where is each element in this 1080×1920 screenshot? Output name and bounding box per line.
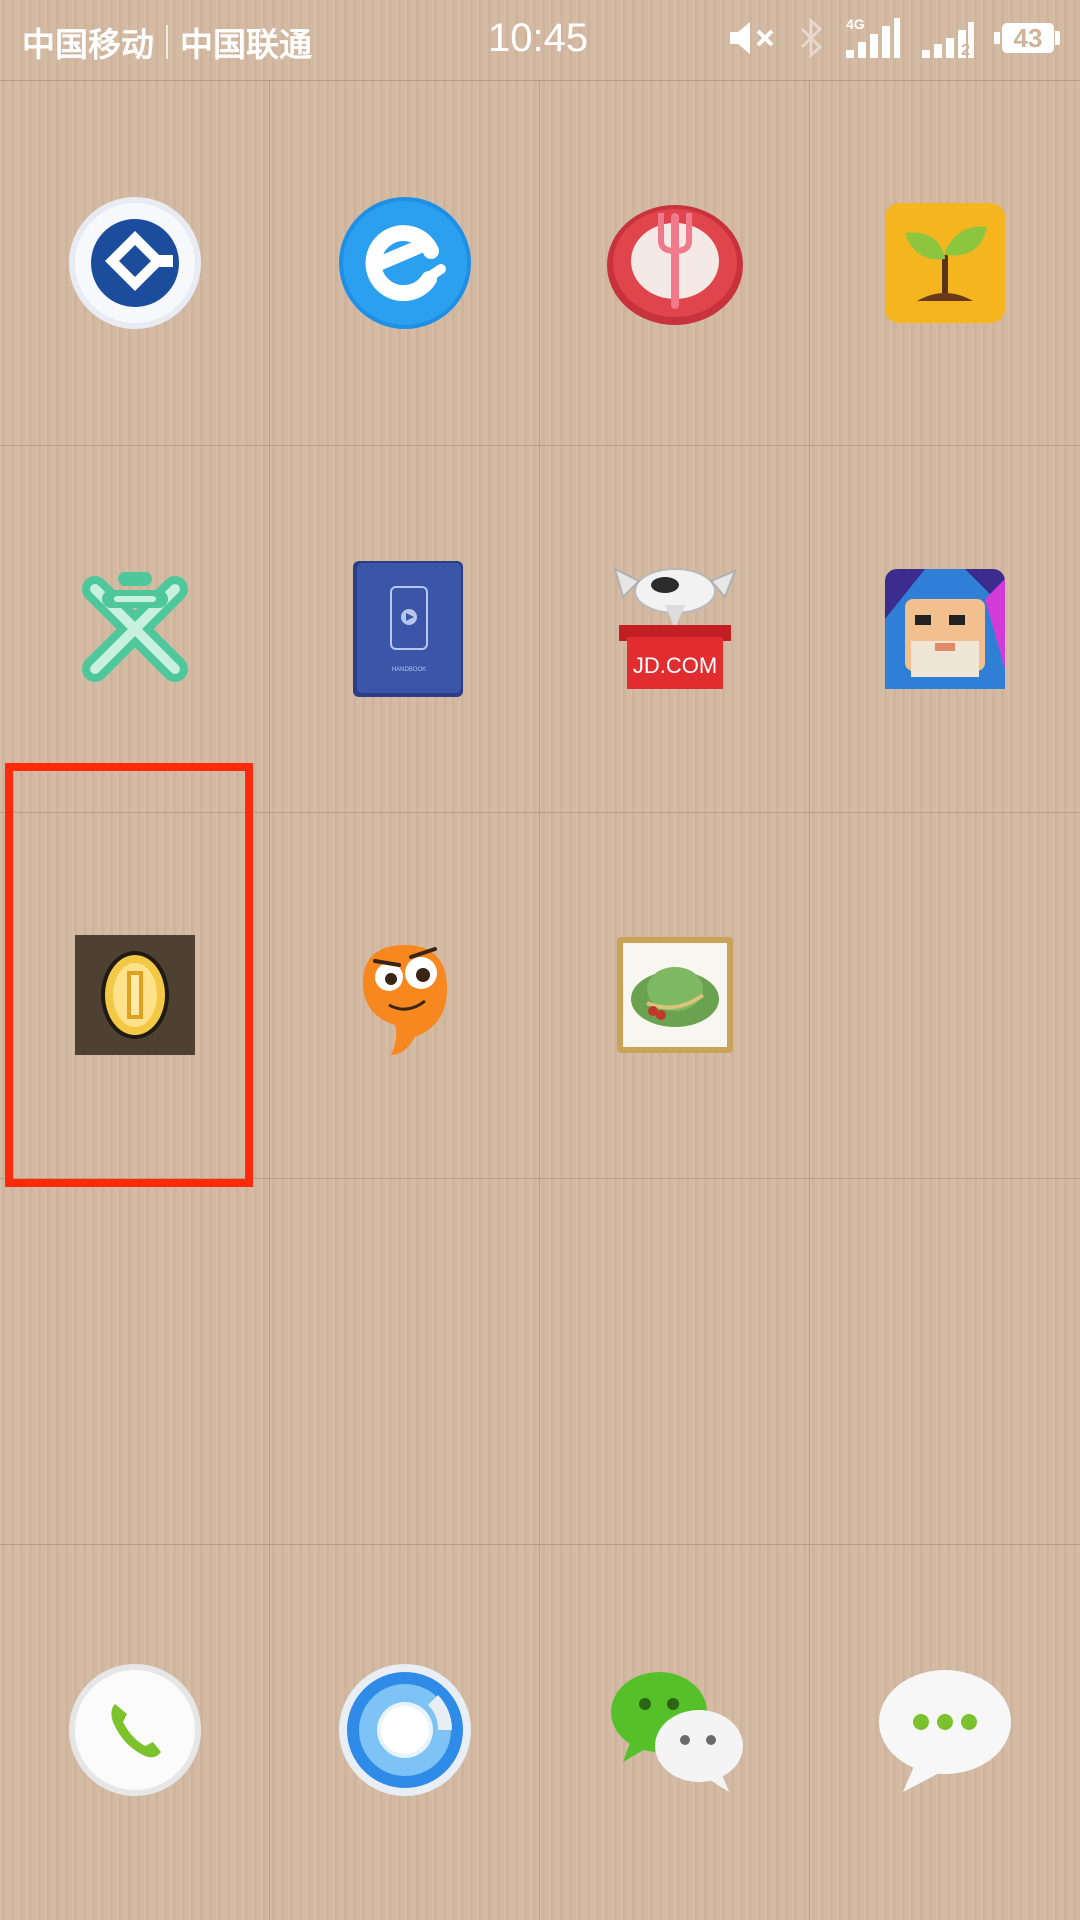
- battery-icon: 43: [994, 23, 1060, 53]
- bank-app-icon: [69, 197, 201, 329]
- hat-frame-app-icon: [617, 937, 733, 1053]
- sprout-app-icon: [885, 203, 1005, 323]
- dock-wechat[interactable]: [540, 1545, 810, 1915]
- carrier-divider: [166, 25, 168, 59]
- x-star-app-icon: [82, 572, 188, 682]
- dock-phone[interactable]: [0, 1545, 270, 1915]
- mute-icon: [728, 18, 780, 58]
- status-bar: 中国移动 中国联通 10:45 4G 2 43: [0, 0, 1080, 80]
- messages-icon: [879, 1670, 1011, 1792]
- sim2-label: 2: [961, 42, 970, 59]
- battery-nub: [1055, 31, 1060, 45]
- dock-messages[interactable]: [810, 1545, 1080, 1915]
- bluetooth-icon: [798, 17, 826, 59]
- orange-bird-app[interactable]: [270, 812, 540, 1178]
- wechat-icon: [611, 1672, 743, 1792]
- carrier-1: 中国移动: [22, 26, 154, 63]
- e-browser-app-icon: [339, 197, 471, 329]
- jd-box-text: JD.COM: [633, 653, 717, 678]
- highlight-box: [5, 763, 253, 1187]
- warrior-game-app[interactable]: [810, 446, 1080, 812]
- hat-frame-app[interactable]: [540, 812, 810, 1178]
- battery-plug: [994, 32, 1000, 44]
- status-icons: 4G 2 43: [728, 16, 1060, 60]
- orange-bird-app-icon: [363, 945, 447, 1055]
- signal-sim2-icon: 2: [920, 16, 976, 60]
- handbook-app[interactable]: HANDBOOK: [270, 446, 540, 812]
- clock: 10:45: [488, 16, 589, 60]
- jd-app-icon: JD.COM: [613, 567, 737, 689]
- food-app[interactable]: [540, 80, 810, 446]
- phone-icon: [69, 1664, 201, 1796]
- carrier-info: 中国移动 中国联通: [22, 18, 312, 66]
- e-browser-app[interactable]: [270, 80, 540, 446]
- warrior-game-app-icon: [885, 569, 1005, 689]
- bank-app[interactable]: [0, 80, 270, 446]
- battery-level: 43: [1002, 23, 1054, 53]
- signal-4g-icon: 4G: [844, 16, 902, 60]
- handbook-app-icon: HANDBOOK: [353, 561, 463, 697]
- sprout-app[interactable]: [810, 80, 1080, 446]
- dock-browser[interactable]: [270, 1545, 540, 1915]
- browser-icon: [339, 1664, 471, 1796]
- handbook-text: HANDBOOK: [392, 667, 426, 673]
- x-star-app[interactable]: [0, 446, 270, 812]
- carrier-2: 中国联通: [180, 26, 312, 63]
- food-app-icon: [607, 205, 743, 325]
- jd-app[interactable]: JD.COM: [540, 446, 810, 812]
